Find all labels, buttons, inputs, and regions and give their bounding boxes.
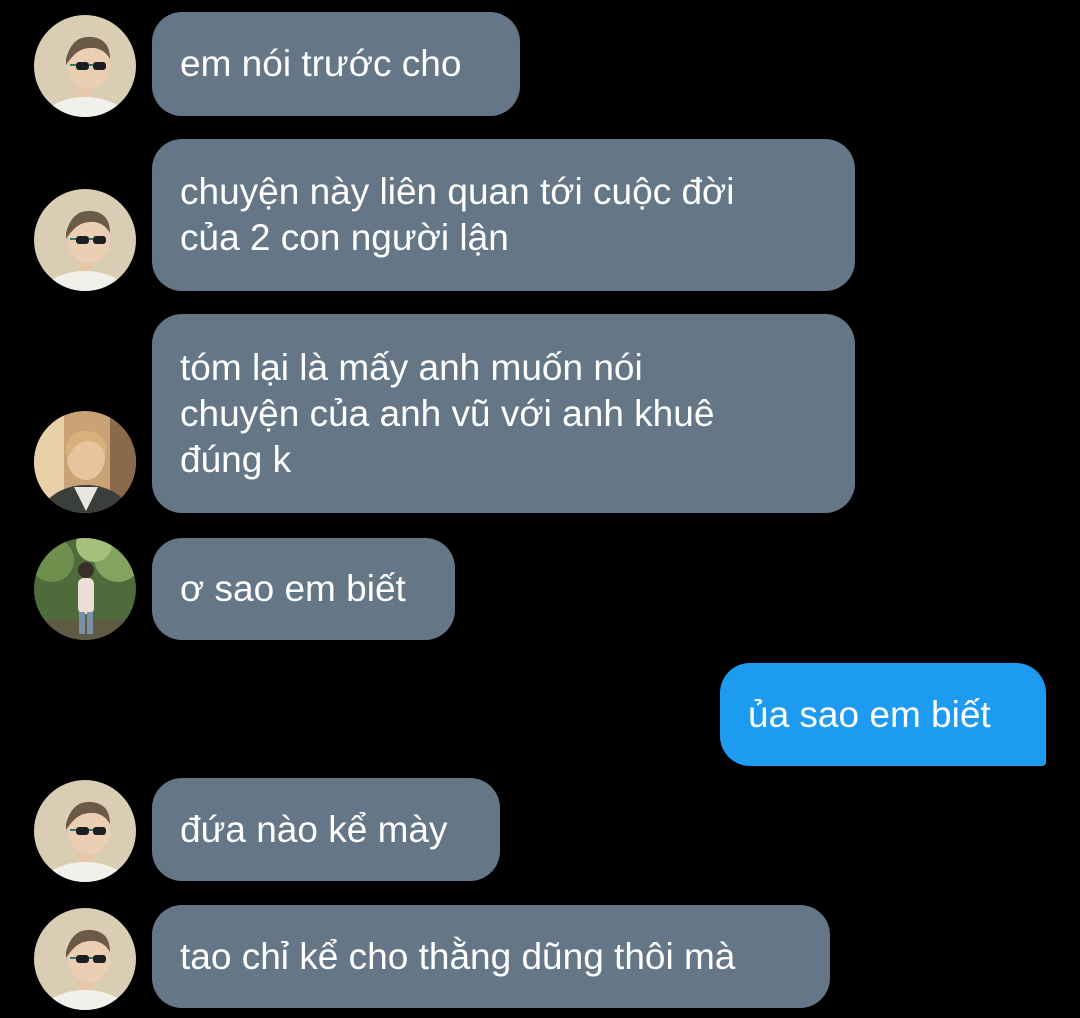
avatar-sunglasses-image: [34, 908, 136, 1010]
avatar-sunglasses[interactable]: [34, 15, 136, 117]
avatar-park-image: [34, 538, 136, 640]
avatar-park[interactable]: [34, 538, 136, 640]
avatar-sunglasses-image: [34, 189, 136, 291]
message-bubble[interactable]: chuyện này liên quan tới cuộc đời của 2 …: [152, 139, 855, 291]
chat-thread: em nói trước cho chuyện này liên quan tớ…: [0, 0, 1080, 1018]
message-text: chuyện này liên quan tới cuộc đời của 2 …: [180, 171, 735, 258]
avatar-sunglasses[interactable]: [34, 908, 136, 1010]
message-bubble[interactable]: đứa nào kể mày: [152, 778, 500, 881]
avatar-sunglasses[interactable]: [34, 780, 136, 882]
message-bubble[interactable]: tao chỉ kể cho thằng dũng thôi mà: [152, 905, 830, 1008]
avatar-sunglasses-image: [34, 780, 136, 882]
message-text: ủa sao em biết: [748, 693, 991, 735]
message-text: ơ sao em biết: [180, 568, 406, 609]
message-bubble[interactable]: ơ sao em biết: [152, 538, 455, 640]
avatar-jacket-image: [34, 411, 136, 513]
avatar-sunglasses-image: [34, 15, 136, 117]
message-text: đứa nào kể mày: [180, 808, 448, 850]
message-text: tóm lại là mấy anh muốn nói chuyện của a…: [180, 346, 715, 480]
message-text: tao chỉ kể cho thằng dũng thôi mà: [180, 935, 736, 977]
message-bubble[interactable]: tóm lại là mấy anh muốn nói chuyện của a…: [152, 314, 855, 513]
avatar-sunglasses[interactable]: [34, 189, 136, 291]
message-bubble[interactable]: em nói trước cho: [152, 12, 520, 116]
avatar-jacket[interactable]: [34, 411, 136, 513]
sent-message-bubble[interactable]: ủa sao em biết: [720, 663, 1046, 766]
message-text: em nói trước cho: [180, 43, 462, 84]
